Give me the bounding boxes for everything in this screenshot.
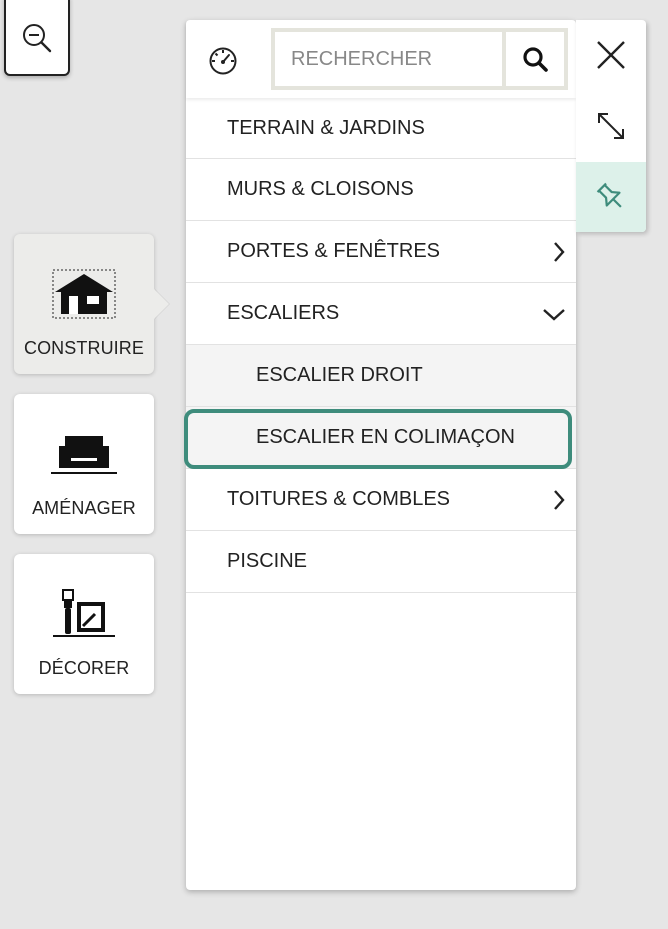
category-label: AMÉNAGER — [32, 498, 136, 518]
expand-icon — [598, 113, 624, 139]
expand-button[interactable] — [576, 91, 646, 161]
menu-item-piscine[interactable]: PISCINE — [186, 531, 576, 593]
menu-item-escalier-droit[interactable]: ESCALIER DROIT — [186, 345, 576, 407]
house-icon — [51, 266, 117, 322]
menu-item-label: PORTES & FENÊTRES — [227, 240, 441, 262]
category-decorer-button[interactable]: DÉCORER — [14, 554, 154, 694]
chevron-right-icon — [552, 489, 566, 511]
search-icon — [523, 47, 548, 72]
menu-item-label: TERRAIN & JARDINS — [227, 116, 425, 139]
chevron-right-icon — [552, 241, 566, 263]
menu-item-label: PISCINE — [227, 550, 308, 572]
category-amenager-button[interactable]: AMÉNAGER — [14, 394, 154, 534]
menu-panel: TERRAIN & JARDINS MURS & CLOISONS PORTES… — [184, 20, 576, 890]
menu-item-toitures-combles[interactable]: TOITURES & COMBLES — [186, 469, 576, 531]
pin-icon — [596, 182, 622, 208]
panel-header — [186, 20, 576, 98]
pin-button[interactable] — [576, 162, 646, 232]
menu-item-escaliers[interactable]: ESCALIERS — [186, 283, 576, 345]
active-category-pointer — [154, 289, 169, 319]
menu-item-label: ESCALIER DROIT — [256, 364, 423, 386]
sofa-icon — [51, 426, 117, 482]
menu-item-label: TOITURES & COMBLES — [227, 488, 451, 510]
search-input[interactable] — [275, 32, 502, 86]
search-box — [271, 28, 568, 90]
menu-item-portes-fenetres[interactable]: PORTES & FENÊTRES — [186, 221, 576, 283]
close-icon — [597, 41, 625, 69]
category-label: CONSTRUIRE — [23, 338, 144, 358]
menu-item-murs-cloisons[interactable]: MURS & CLOISONS — [186, 159, 576, 221]
close-button[interactable] — [576, 20, 646, 90]
menu-item-terrain-jardins[interactable]: TERRAIN & JARDINS — [186, 98, 576, 159]
chevron-down-icon — [542, 307, 566, 321]
menu-item-escalier-en-colimacon[interactable]: ESCALIER EN COLIMAÇON — [184, 407, 576, 469]
category-label: DÉCORER — [38, 658, 130, 678]
menu-item-label: MURS & CLOISONS — [227, 178, 414, 200]
zoom-out-button[interactable] — [4, 0, 70, 76]
gauge-icon[interactable] — [208, 46, 238, 81]
category-construire-button[interactable]: CONSTRUIRE — [14, 234, 154, 374]
menu-item-label: ESCALIERS — [227, 302, 340, 324]
menu-item-label: ESCALIER EN COLIMAÇON — [256, 426, 515, 448]
paint-roller-icon — [51, 586, 117, 642]
category-menu: TERRAIN & JARDINS MURS & CLOISONS PORTES… — [184, 98, 576, 593]
search-button[interactable] — [502, 32, 564, 86]
zoom-out-icon — [23, 24, 52, 53]
panel-tools — [576, 20, 646, 232]
